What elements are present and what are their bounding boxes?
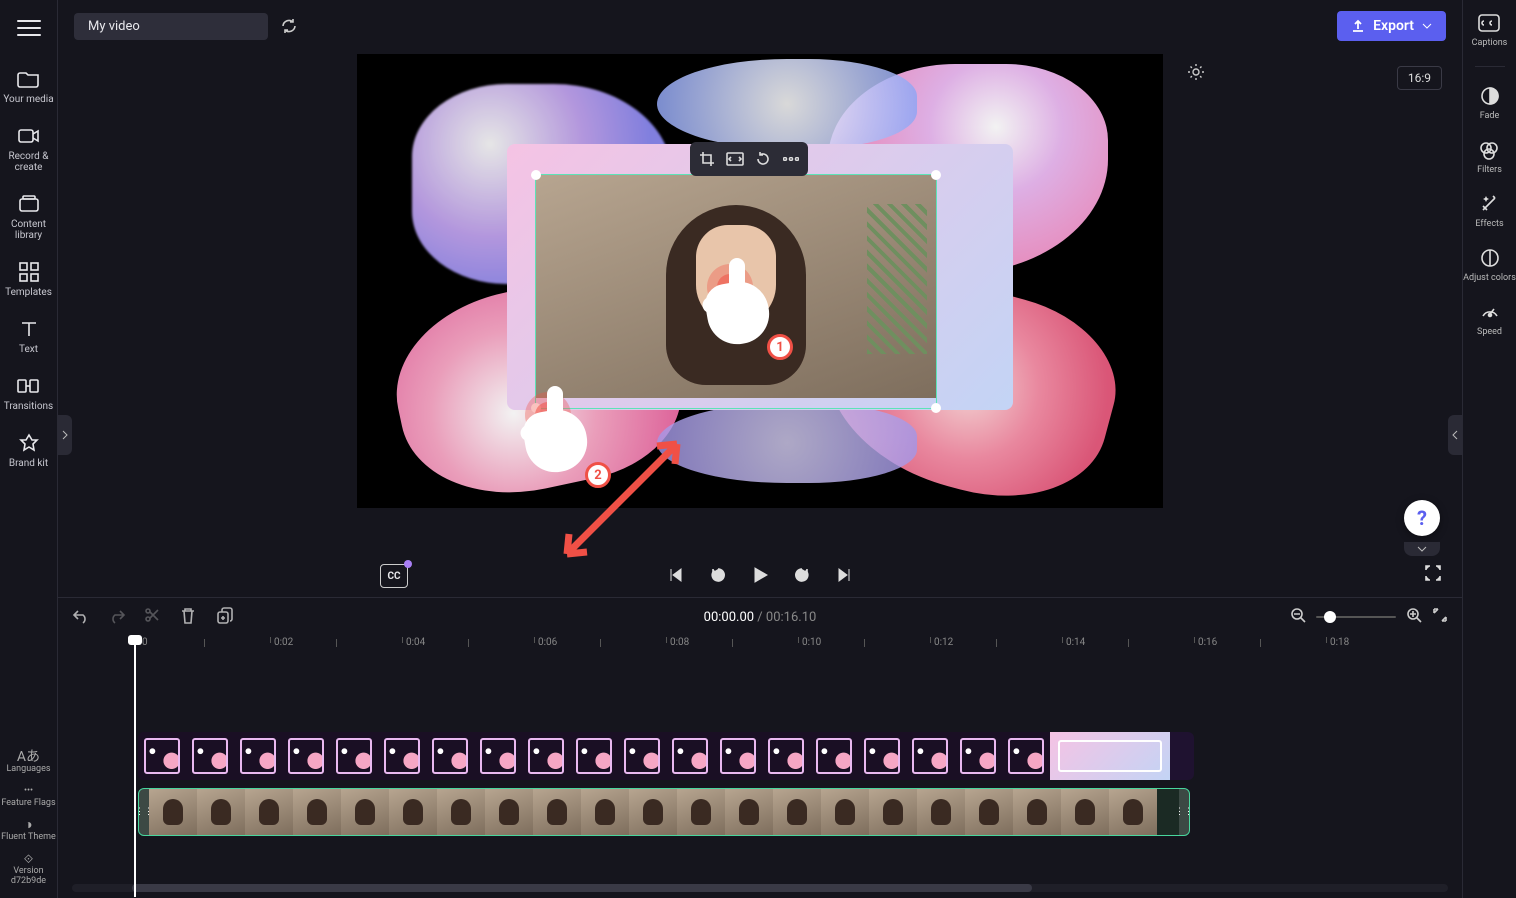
clip-trim-right[interactable]: ⋮⋮ — [1179, 789, 1189, 835]
project-name-input[interactable] — [74, 13, 268, 40]
play-button[interactable] — [748, 563, 772, 587]
sidebar-item-your-media[interactable]: Your media — [1, 68, 55, 105]
dev-fluent-theme[interactable]: ◑Fluent Theme — [1, 820, 56, 842]
right-item-effects[interactable]: Effects — [1475, 193, 1503, 229]
sidebar-label: Your media — [3, 94, 53, 105]
skip-end-button[interactable] — [832, 563, 856, 587]
clip-trim-left[interactable]: ⋮⋮ — [139, 789, 149, 835]
library-icon — [18, 193, 40, 215]
brand-kit-icon — [18, 432, 40, 454]
folder-icon — [17, 68, 39, 90]
menu-button[interactable] — [15, 14, 43, 42]
sidebar-left: Your media Record & create Content libra… — [0, 0, 58, 898]
rotate-button[interactable] — [750, 146, 776, 172]
forward-button[interactable] — [790, 563, 814, 587]
clip-thumbnails — [138, 732, 1194, 780]
sidebar-item-templates[interactable]: Templates — [3, 261, 54, 298]
crop-button[interactable] — [694, 146, 720, 172]
clip-thumbnails — [149, 789, 1179, 835]
export-label: Export — [1373, 18, 1414, 34]
aspect-ratio-selector[interactable]: 16:9 — [1397, 66, 1442, 90]
clip-floating-toolbar — [690, 142, 808, 176]
frame-track-clip[interactable] — [138, 732, 1194, 780]
adjust-colors-icon — [1479, 247, 1501, 269]
sidebar-label: Transitions — [4, 401, 53, 412]
dev-feature-flags[interactable]: •••Feature Flags — [1, 786, 55, 808]
video-canvas[interactable]: 1 2 — [357, 54, 1163, 508]
tutorial-step-1: 1 — [767, 334, 793, 360]
delete-button[interactable] — [180, 607, 200, 627]
expand-right-panel[interactable] — [1448, 415, 1462, 455]
sidebar-item-text[interactable]: Text — [16, 318, 42, 355]
topbar: Export — [58, 0, 1462, 52]
preview-settings-button[interactable] — [1186, 62, 1208, 84]
right-item-speed[interactable]: Speed — [1477, 301, 1502, 337]
rewind-button[interactable] — [706, 563, 730, 587]
sidebar-item-brand-kit[interactable]: Brand kit — [7, 432, 50, 469]
zoom-out-button[interactable] — [1290, 607, 1306, 627]
templates-icon — [18, 261, 40, 283]
undo-button[interactable] — [72, 607, 92, 627]
ai-badge-icon — [404, 560, 412, 568]
sidebar-label: Templates — [5, 287, 52, 298]
sidebar-label: Brand kit — [9, 458, 48, 469]
video-track-clip[interactable]: ⋮⋮ ⋮⋮ — [138, 788, 1190, 836]
fade-icon — [1479, 85, 1501, 107]
text-icon — [18, 318, 40, 340]
zoom-slider[interactable] — [1316, 616, 1396, 618]
right-item-fade[interactable]: Fade — [1479, 85, 1501, 121]
tutorial-hand-1: 1 — [707, 264, 787, 354]
main-area: Export 16:9 — [58, 0, 1462, 898]
sidebar-item-transitions[interactable]: Transitions — [2, 375, 55, 412]
right-item-filters[interactable]: Filters — [1477, 139, 1502, 175]
effects-icon — [1478, 193, 1500, 215]
camera-icon — [18, 125, 40, 147]
sidebar-item-record-create[interactable]: Record & create — [0, 125, 57, 173]
sidebar-label: Text — [19, 344, 38, 355]
speed-icon — [1479, 301, 1501, 323]
timeline-tracks[interactable]: ⋮⋮ ⋮⋮ — [58, 660, 1462, 898]
preview-area: 16:9 — [58, 52, 1462, 554]
fullscreen-button[interactable] — [1424, 564, 1442, 586]
playhead[interactable] — [134, 637, 136, 897]
dev-version[interactable]: ⟐Version d72b9de — [0, 854, 57, 886]
timeline-toolbar: 00:00.00 / 00:16.10 — [58, 597, 1462, 638]
timeline-ruler[interactable]: 0 0:02 0:04 0:06 0:08 0:10 0:12 0:14 0:1… — [58, 637, 1462, 660]
zoom-controls — [1290, 607, 1448, 627]
filters-icon — [1478, 139, 1500, 161]
more-options-button[interactable] — [778, 146, 804, 172]
captions-icon — [1478, 12, 1500, 34]
sidebar-item-content-library[interactable]: Content library — [0, 193, 57, 241]
tutorial-arrow-icon — [547, 424, 697, 574]
export-button[interactable]: Export — [1337, 11, 1446, 41]
right-item-captions[interactable]: Captions — [1472, 12, 1508, 48]
redo-button[interactable] — [108, 607, 128, 627]
total-time: 00:16.10 — [766, 610, 816, 625]
current-time: 00:00.00 — [704, 610, 754, 625]
dev-languages[interactable]: AあLanguages — [6, 752, 50, 774]
transitions-icon — [17, 375, 39, 397]
sidebar-label: Record & create — [2, 151, 55, 173]
help-collapse[interactable] — [1404, 542, 1440, 556]
help-button[interactable]: ? — [1404, 500, 1440, 536]
sync-icon[interactable] — [280, 17, 298, 35]
fit-button[interactable] — [722, 146, 748, 172]
captions-toggle[interactable]: CC — [380, 564, 408, 588]
zoom-fit-button[interactable] — [1432, 607, 1448, 627]
sidebar-label: Content library — [2, 219, 55, 241]
playback-controls: CC — [58, 554, 1462, 597]
timecode: 00:00.00 / 00:16.10 — [704, 610, 817, 625]
duplicate-button[interactable] — [216, 607, 236, 627]
timeline-scrollbar[interactable] — [72, 884, 1448, 892]
right-item-adjust-colors[interactable]: Adjust colors — [1463, 247, 1516, 283]
sidebar-right: Captions Fade Filters Effects Adjust col… — [1462, 0, 1516, 898]
split-button[interactable] — [144, 607, 164, 627]
zoom-in-button[interactable] — [1406, 607, 1422, 627]
